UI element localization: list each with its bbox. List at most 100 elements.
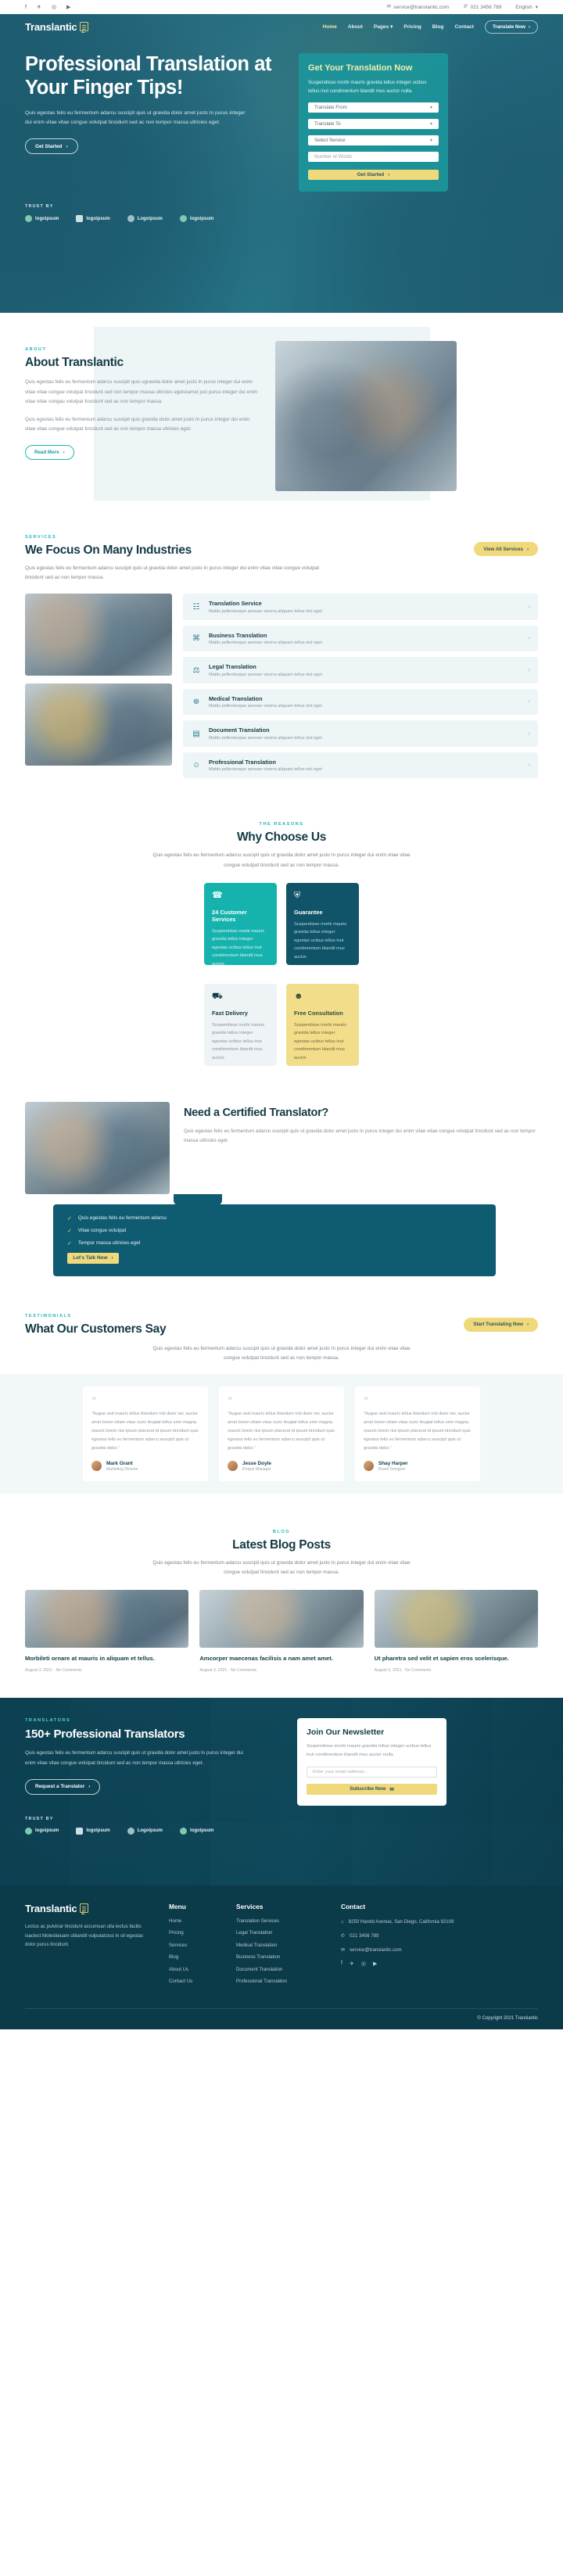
service-item-business[interactable]: ⌘ Business Translation Mattis pellentesq… xyxy=(183,625,538,652)
blog-post-image xyxy=(199,1590,364,1649)
language-selector[interactable]: English ▾ xyxy=(515,4,538,11)
blog-post-title: Morbileti ornare at mauris in aliquam et… xyxy=(25,1655,155,1663)
footer-link-services[interactable]: Services xyxy=(169,1943,217,1948)
nav-item-home[interactable]: Home xyxy=(322,24,336,30)
check-icon: ✓ xyxy=(67,1215,72,1222)
footer-link-home[interactable]: Home xyxy=(169,1918,217,1924)
testimonial-author-text: Jesse Doyle Project Manager xyxy=(242,1461,271,1473)
arrow-right-icon: › xyxy=(526,546,529,552)
number-of-words-input[interactable]: Number of Words xyxy=(308,151,439,162)
blog-eyebrow: BLOG xyxy=(272,1530,291,1535)
social-links: f ✈ ◎ ▶ xyxy=(25,5,70,10)
logo[interactable]: Translantic xyxy=(25,20,89,33)
footer-phone[interactable]: ✆ 021 3456 789 xyxy=(341,1932,458,1940)
scales-icon: ⚖ xyxy=(192,666,200,675)
footer-service-translation[interactable]: Translation Services xyxy=(236,1918,322,1924)
translate-now-button[interactable]: Translate Now › xyxy=(484,20,538,34)
twitter-icon[interactable]: ✈ xyxy=(37,5,41,10)
medical-cross-icon: ⊕ xyxy=(192,698,200,707)
translate-to-select[interactable]: Translate To ▾ xyxy=(308,118,439,129)
check-icon: ✓ xyxy=(67,1228,72,1234)
chevron-right-icon: › xyxy=(528,762,530,769)
service-item-legal[interactable]: ⚖ Legal Translation Mattis pellentesque … xyxy=(183,657,538,683)
phone-link[interactable]: ✆ 021 3456 789 xyxy=(463,4,502,10)
phone-text: 021 3456 789 xyxy=(470,4,502,10)
brand-name: Translantic xyxy=(25,20,77,33)
start-translating-now-button[interactable]: Start Translating Now › xyxy=(464,1317,538,1332)
footer-service-professional[interactable]: Professional Translation xyxy=(236,1979,322,1984)
form-get-started-button[interactable]: Get Started › xyxy=(308,169,439,181)
certified-title: Need a Certified Translator? xyxy=(184,1106,328,1119)
about-row: ABOUT About Translantic Quis egestas fel… xyxy=(0,338,563,491)
facebook-icon[interactable]: f xyxy=(341,1961,342,1967)
services-lede: Quis egestas felis eu fermentum adarcu s… xyxy=(25,565,320,581)
nav-item-pricing[interactable]: Pricing xyxy=(403,24,421,30)
testimonial-author-name: Jesse Doyle xyxy=(242,1460,271,1466)
service-item-text: Translation Service Mattis pellentesque … xyxy=(209,600,322,614)
youtube-icon[interactable]: ▶ xyxy=(373,1961,377,1967)
newsletter-email-placeholder: Enter your email address... xyxy=(313,1769,368,1774)
nav-item-about[interactable]: About xyxy=(348,24,363,30)
service-item-translation[interactable]: ☷ Translation Service Mattis pellentesqu… xyxy=(183,594,538,620)
blog-post-card[interactable]: Morbileti ornare at mauris in aliquam et… xyxy=(25,1590,189,1673)
mail-icon: ✉ xyxy=(389,1786,394,1792)
facebook-icon[interactable]: f xyxy=(25,5,27,10)
trust-by-label: TRUST BY xyxy=(25,204,54,210)
footer-email[interactable]: ✉ service@translantic.com xyxy=(341,1946,458,1954)
blog-lede: Quis egestas felis eu fermentum adarcu s… xyxy=(152,1560,411,1576)
youtube-icon[interactable]: ▶ xyxy=(66,5,70,10)
certified-row: Need a Certified Translator? Quis egesta… xyxy=(25,1101,538,1194)
nav-item-pages[interactable]: Pages ▾ xyxy=(374,23,393,30)
newsletter-email-input[interactable]: Enter your email address... xyxy=(307,1766,437,1778)
why-title: Why Choose Us xyxy=(236,831,327,845)
avatar xyxy=(364,1461,374,1472)
about-read-more-button[interactable]: Read More › xyxy=(25,444,74,460)
partner-logos: logoipsum logoipsum Logoipsum logoipsum xyxy=(25,215,538,223)
nav-item-blog[interactable]: Blog xyxy=(432,24,444,30)
blog-post-image xyxy=(25,1590,189,1649)
footer-link-pricing[interactable]: Pricing xyxy=(169,1930,217,1936)
certified-benefit-text: Vitae congue volutpat xyxy=(77,1228,127,1234)
nav-item-contact[interactable]: Contact xyxy=(454,24,474,30)
why-card-free-consultation[interactable]: ☻ Free Consultation Suspendisse morbi ma… xyxy=(286,983,359,1066)
email-link[interactable]: ✉ service@translantic.com xyxy=(386,4,449,9)
lets-talk-now-button[interactable]: Let's Talk Now › xyxy=(67,1252,119,1264)
hero-get-started-button[interactable]: Get Started › xyxy=(25,138,78,155)
footer-service-legal[interactable]: Legal Translation xyxy=(236,1930,322,1936)
footer-service-business[interactable]: Business Translation xyxy=(236,1954,322,1960)
why-card-customer-services[interactable]: ☎ 24 Customer Services Suspendisse morbi… xyxy=(204,882,277,967)
blog-post-card[interactable]: Amcorper maecenas facilisis a nam amet a… xyxy=(199,1590,364,1673)
service-item-professional[interactable]: ☺ Professional Translation Mattis pellen… xyxy=(183,752,538,779)
twitter-icon[interactable]: ✈ xyxy=(350,1961,354,1967)
select-service-select[interactable]: Select Service ▾ xyxy=(308,135,439,145)
service-item-title: Legal Translation xyxy=(209,663,256,671)
translate-from-select[interactable]: Translate From ▾ xyxy=(308,102,439,113)
footer-service-document[interactable]: Document Translation xyxy=(236,1967,322,1972)
blog-post-meta: August 3, 2021 · No Comments xyxy=(374,1667,432,1673)
why-card-guarantee[interactable]: ⛨ Guarantee Suspendisse morbi mauris gra… xyxy=(286,882,359,965)
footer-service-medical[interactable]: Medical Translation xyxy=(236,1943,322,1948)
blog-post-card[interactable]: Ut pharetra sed velit et sapien eros sce… xyxy=(374,1590,538,1673)
partner-logo: Logoipsum xyxy=(127,1827,163,1835)
why-card-title: Fast Delivery xyxy=(212,1009,249,1017)
testimonials-band: “ "Augue sed mauris tellus blandum nisl … xyxy=(0,1374,563,1494)
testimonials-title: What Our Customers Say xyxy=(25,1322,167,1336)
request-translator-button[interactable]: Request a Translator › xyxy=(25,1778,101,1795)
instagram-icon[interactable]: ◎ xyxy=(52,5,56,10)
why-card-fast-delivery[interactable]: ⛟ Fast Delivery Suspendisse morbi mauris… xyxy=(204,983,277,1066)
footer-link-blog[interactable]: Blog xyxy=(169,1954,217,1960)
footer-logo[interactable]: Translantic xyxy=(25,1903,150,1914)
partner-logo: logoipsum xyxy=(76,1827,110,1835)
footer-address-text: 8250 Harold Avenue, San Diego, Californi… xyxy=(348,1918,454,1925)
service-item-text: Medical Translation Mattis pellentesque … xyxy=(209,695,322,709)
instagram-icon[interactable]: ◎ xyxy=(361,1961,366,1967)
footer-link-about-us[interactable]: About Us xyxy=(169,1967,217,1972)
service-item-medical[interactable]: ⊕ Medical Translation Mattis pellentesqu… xyxy=(183,688,538,716)
footer-contact-title: Contact xyxy=(341,1902,366,1910)
why-eyebrow: THE REASONS xyxy=(259,822,304,827)
footer-link-contact-us[interactable]: Contact Us xyxy=(169,1979,217,1984)
services-list: ☷ Translation Service Mattis pellentesqu… xyxy=(183,594,538,779)
view-all-services-button[interactable]: View All Services › xyxy=(474,542,538,557)
service-item-document[interactable]: ▤ Document Translation Mattis pellentesq… xyxy=(183,720,538,747)
newsletter-subscribe-button[interactable]: Subscribe Now ✉ xyxy=(307,1783,437,1795)
